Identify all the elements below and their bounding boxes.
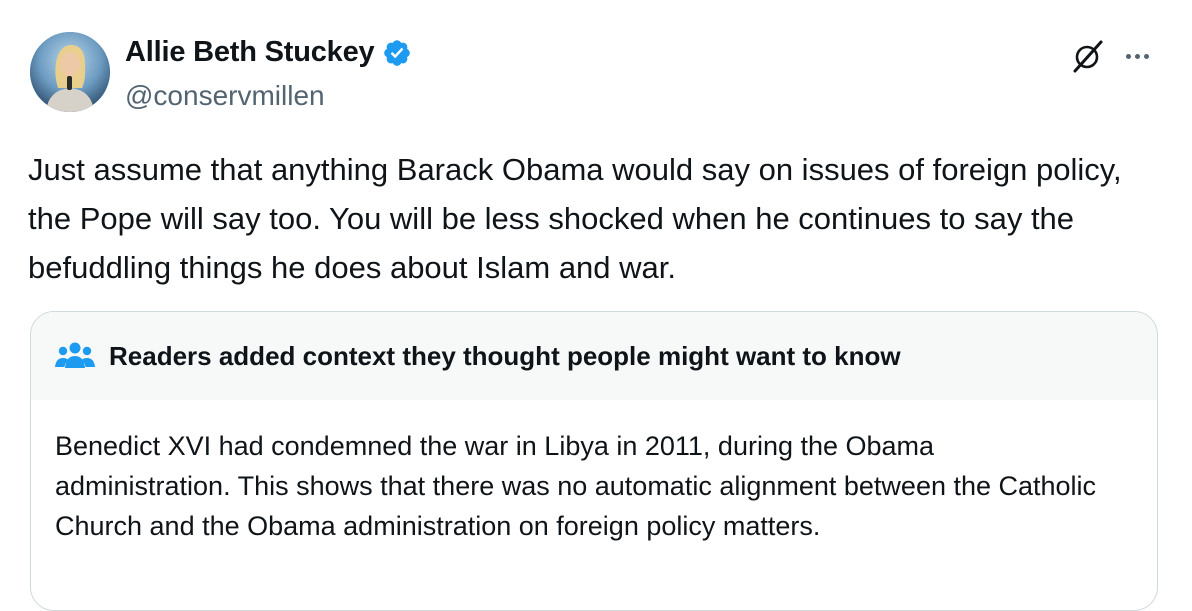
dot: [1143, 53, 1149, 59]
more-options-icon[interactable]: [1119, 38, 1155, 74]
grok-icon[interactable]: [1070, 38, 1106, 74]
people-icon: [55, 340, 95, 372]
dot: [1134, 53, 1140, 59]
community-note: Readers added context they thought peopl…: [30, 311, 1158, 611]
author-handle[interactable]: @conservmillen: [125, 80, 325, 112]
dot: [1125, 53, 1131, 59]
tweet-text: Just assume that anything Barack Obama w…: [28, 152, 1122, 285]
community-note-title: Readers added context they thought peopl…: [109, 340, 901, 371]
community-note-body: Benedict XVI had condemned the war in Li…: [55, 431, 1097, 541]
author-name-row: Allie Beth Stuckey: [125, 36, 412, 69]
community-note-header: Readers added context they thought peopl…: [31, 312, 1157, 400]
author-name[interactable]: Allie Beth Stuckey: [125, 36, 375, 69]
avatar[interactable]: [30, 32, 110, 112]
verified-badge-icon: [382, 38, 412, 68]
